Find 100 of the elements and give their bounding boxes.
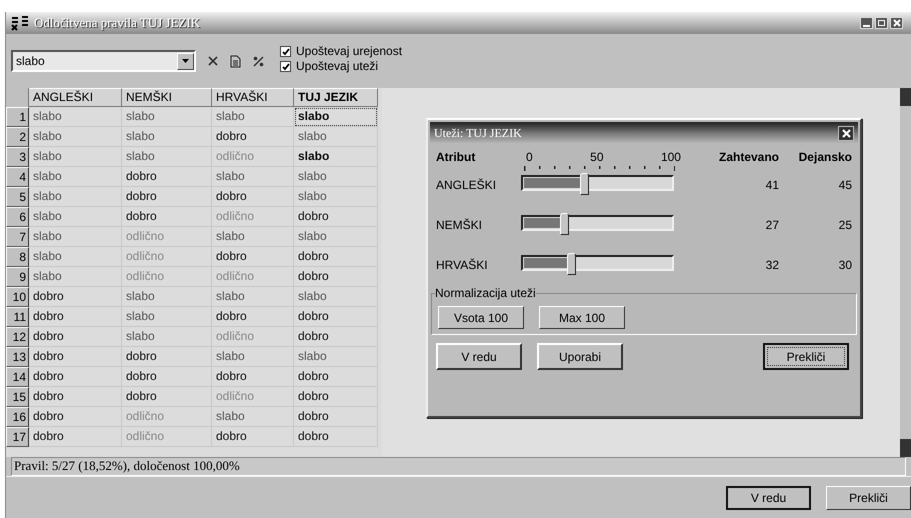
attribute-label: ANGLEŠKI xyxy=(436,177,498,194)
row-header[interactable]: 3 xyxy=(6,147,29,167)
dialog-button[interactable]: V redu xyxy=(726,486,811,510)
row-header[interactable]: 13 xyxy=(6,347,29,367)
table-cell: slabo xyxy=(29,167,122,187)
dialog-button[interactable]: Uporabi xyxy=(537,343,623,370)
slider-thumb[interactable] xyxy=(580,173,590,195)
row-header[interactable]: 12 xyxy=(6,327,29,347)
table-cell: dobro xyxy=(29,287,122,307)
row-header[interactable]: 5 xyxy=(6,187,29,207)
table-cell: slabo xyxy=(294,347,378,367)
table-cell: slabo xyxy=(29,247,122,267)
table-cell: odlično xyxy=(122,427,212,447)
close-button[interactable] xyxy=(890,17,903,29)
table-cell: slabo xyxy=(212,227,294,247)
table-cell: dobro xyxy=(294,407,378,427)
minimize-button[interactable] xyxy=(860,17,873,29)
checkbox-label: Upoštevaj urejenost xyxy=(296,44,402,59)
row-header[interactable]: 14 xyxy=(6,367,29,387)
table-cell: slabo xyxy=(294,167,378,187)
table-cell: dobro xyxy=(294,387,378,407)
table-cell: odlično xyxy=(122,407,212,427)
table-cell: slabo xyxy=(122,307,212,327)
normalize-button[interactable]: Vsota 100 xyxy=(438,306,524,329)
table-cell: dobro xyxy=(122,207,212,227)
table-cell: dobro xyxy=(294,207,378,227)
status-bar: Pravil: 5/27 (18,52%), določenost 100,00% xyxy=(11,457,906,476)
maximize-button[interactable] xyxy=(875,17,888,29)
table-cell: dobro xyxy=(29,387,122,407)
actual-value: 25 xyxy=(838,217,852,234)
column-header: Zahtevano xyxy=(718,149,779,166)
close-icon[interactable] xyxy=(208,56,218,66)
row-header[interactable]: 17 xyxy=(6,427,29,447)
table-cell: slabo xyxy=(29,207,122,227)
percent-icon[interactable] xyxy=(253,56,264,66)
table-cell: dobro xyxy=(29,427,122,447)
slider-thumb[interactable] xyxy=(560,213,569,235)
table-cell: slabo xyxy=(212,107,294,127)
table-cell: slabo xyxy=(122,127,212,147)
table-cell: dobro xyxy=(294,247,378,267)
column-header: Atribut xyxy=(436,149,476,166)
table-cell: odlično xyxy=(122,247,212,267)
row-header[interactable]: 9 xyxy=(6,267,29,287)
row-header[interactable]: 10 xyxy=(6,287,29,307)
column-header[interactable]: NEMŠKI xyxy=(122,88,212,107)
filter-combo[interactable]: slabo xyxy=(11,50,196,72)
dialog-button[interactable]: Prekliči xyxy=(826,486,911,510)
row-header[interactable]: 2 xyxy=(6,127,29,147)
scale-label: 50 xyxy=(590,149,604,166)
column-header[interactable]: ANGLEŠKI xyxy=(29,88,122,107)
table-cell: slabo xyxy=(29,127,122,147)
table-cell: odlično xyxy=(212,207,294,227)
table-cell: slabo xyxy=(294,147,378,167)
table-cell: dobro xyxy=(212,307,294,327)
table-cell: dobro xyxy=(212,427,294,447)
caret-icon xyxy=(182,59,189,63)
required-value: 41 xyxy=(764,177,779,194)
slider-thumb[interactable] xyxy=(567,253,576,275)
checkbox[interactable] xyxy=(280,61,291,72)
column-header: Dejansko xyxy=(798,149,852,166)
table-cell: odlično xyxy=(212,387,294,407)
row-header[interactable]: 8 xyxy=(6,247,29,267)
dialog-button[interactable]: Prekliči xyxy=(763,343,849,370)
table-cell: slabo xyxy=(212,167,294,187)
table-cell: dobro xyxy=(122,387,212,407)
checkbox[interactable] xyxy=(280,46,291,57)
table-cell: slabo xyxy=(29,147,122,167)
app-icon xyxy=(10,15,30,31)
actual-value: 30 xyxy=(838,257,852,274)
column-header[interactable]: HRVAŠKI xyxy=(212,88,294,107)
table-cell: dobro xyxy=(29,307,122,327)
table-cell: slabo xyxy=(29,227,122,247)
row-header[interactable]: 15 xyxy=(6,387,29,407)
row-header[interactable]: 7 xyxy=(6,227,29,247)
document-icon[interactable] xyxy=(230,54,241,68)
table-cell: odlično xyxy=(212,327,294,347)
table-cell: slabo xyxy=(294,187,378,207)
close-button[interactable] xyxy=(838,126,854,140)
column-header[interactable]: TUJ JEZIK xyxy=(294,88,378,107)
scrollbar[interactable] xyxy=(900,88,911,457)
table-cell: dobro xyxy=(29,367,122,387)
row-header[interactable]: 16 xyxy=(6,407,29,427)
dialog-button[interactable]: V redu xyxy=(436,343,522,370)
table-cell: dobro xyxy=(122,187,212,207)
attribute-label: HRVAŠKI xyxy=(436,257,489,274)
row-header[interactable]: 11 xyxy=(6,307,29,327)
required-value: 27 xyxy=(764,217,779,234)
scale-label: 100 xyxy=(660,149,681,166)
row-header[interactable]: 6 xyxy=(6,207,29,227)
table-cell: slabo xyxy=(122,287,212,307)
table-cell: slabo xyxy=(294,287,378,307)
normalize-button[interactable]: Max 100 xyxy=(539,306,625,329)
row-header[interactable]: 1 xyxy=(6,107,29,127)
table-cell: slabo xyxy=(122,147,212,167)
scale-label: 0 xyxy=(526,149,533,166)
table-cell: slabo xyxy=(122,107,212,127)
table-cell: dobro xyxy=(212,247,294,267)
table-cell: odlično xyxy=(212,147,294,167)
table-cell: slabo xyxy=(294,127,378,147)
row-header[interactable]: 4 xyxy=(6,167,29,187)
